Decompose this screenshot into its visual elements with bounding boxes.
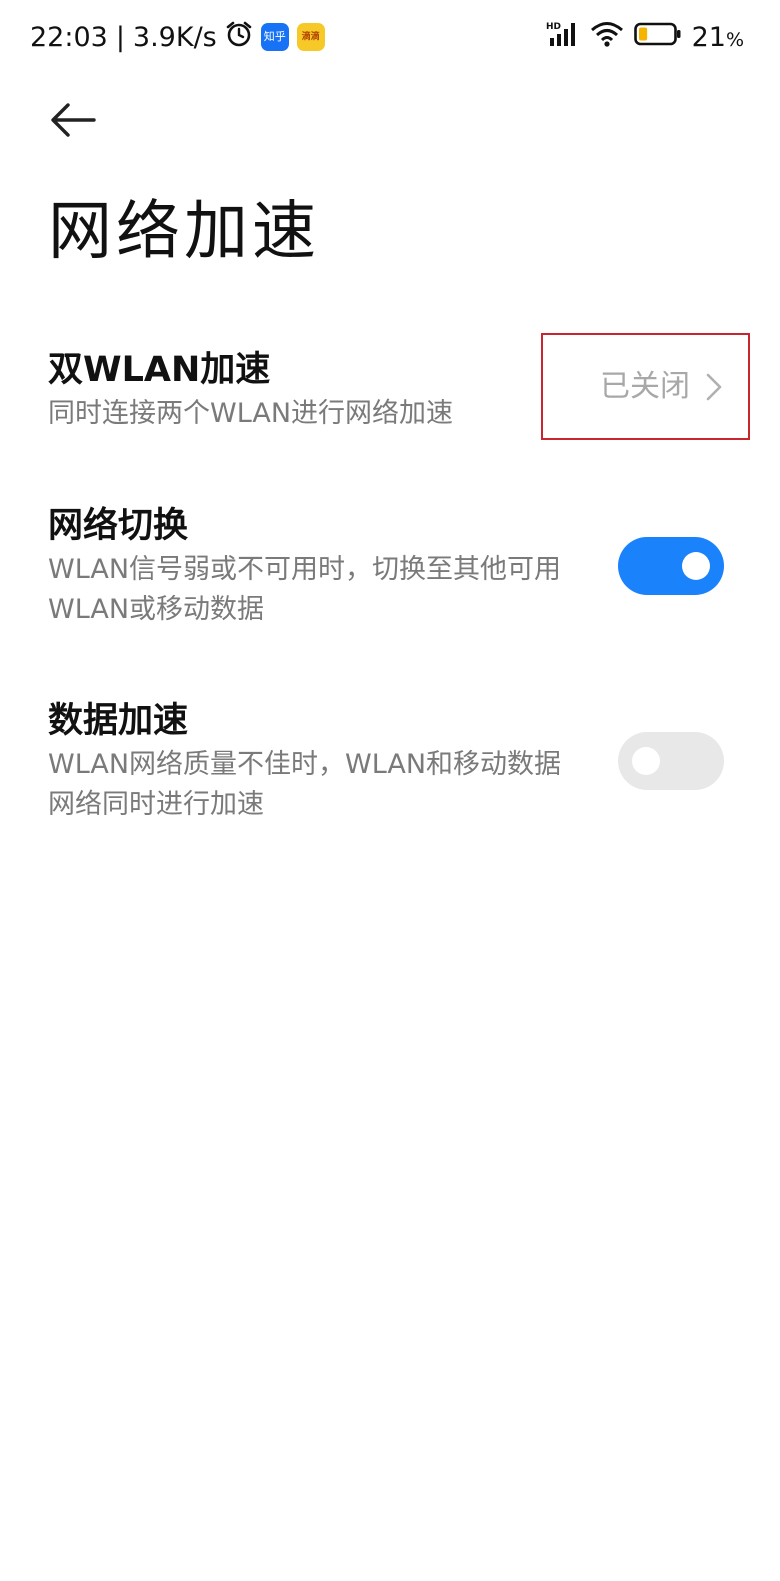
wifi-icon bbox=[590, 20, 624, 55]
yellow-app-icon: 滴滴 bbox=[296, 23, 325, 51]
data-acceleration-toggle[interactable] bbox=[618, 732, 724, 790]
arrow-left-icon bbox=[51, 103, 96, 137]
toggle-knob bbox=[682, 552, 710, 580]
status-separator: | bbox=[115, 21, 125, 53]
status-bar-right: HD 21% bbox=[536, 18, 744, 56]
setting-description: WLAN信号弱或不可用时，切换至其他可用WLAN或移动数据 bbox=[48, 554, 562, 625]
battery-percent-unit: % bbox=[725, 28, 744, 51]
svg-text:HD: HD bbox=[546, 22, 561, 32]
setting-title: 双WLAN加速 bbox=[48, 350, 271, 390]
page-title: 网络加速 bbox=[48, 195, 320, 269]
setting-title: 数据加速 bbox=[48, 701, 189, 741]
battery-percent: 21% bbox=[692, 22, 744, 53]
clock: 22:03 bbox=[30, 21, 108, 53]
toggle-knob bbox=[632, 747, 660, 775]
alarm-icon bbox=[225, 20, 253, 55]
setting-title: 网络切换 bbox=[48, 506, 189, 546]
status-bar: 22:03 | 3.9K/s 知乎 滴滴 HD 21% bbox=[0, 0, 780, 72]
setting-description: 同时连接两个WLAN进行网络加速 bbox=[48, 398, 454, 429]
network-speed: 3.9K/s bbox=[132, 21, 217, 53]
status-bar-left: 22:03 | 3.9K/s 知乎 滴滴 bbox=[30, 18, 325, 56]
dual-wlan-status[interactable]: 已关闭 bbox=[541, 333, 750, 440]
zhihu-app-icon: 知乎 bbox=[260, 23, 289, 51]
network-switch-toggle[interactable] bbox=[618, 537, 724, 595]
battery-icon bbox=[633, 21, 682, 54]
battery-percent-value: 21 bbox=[691, 21, 726, 53]
setting-description: WLAN网络质量不佳时，WLAN和移动数据网络同时进行加速 bbox=[48, 749, 562, 820]
setting-value: 已关闭 bbox=[600, 369, 690, 404]
hd-signal-icon: HD bbox=[546, 20, 580, 55]
back-button[interactable] bbox=[44, 96, 100, 144]
chevron-right-icon bbox=[706, 373, 722, 401]
